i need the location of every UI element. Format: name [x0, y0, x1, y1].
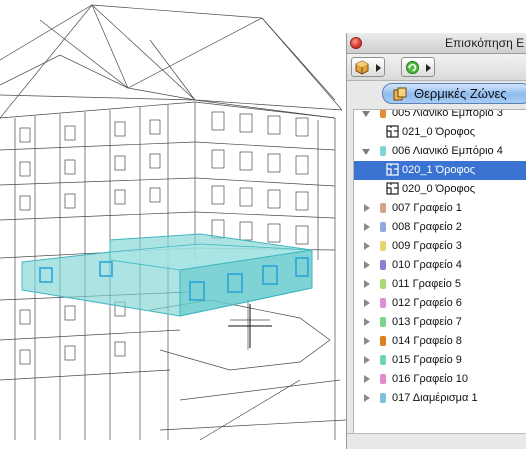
- zone-row[interactable]: 012 Γραφείο 6: [354, 294, 526, 313]
- building-wireframe: [0, 4, 346, 441]
- thermal-zone-icon: [393, 87, 407, 101]
- palette-statusbar: [347, 433, 526, 449]
- zone-row[interactable]: 015 Γραφείο 9: [354, 351, 526, 370]
- zone-label: 013 Γραφείο 7: [392, 316, 462, 328]
- zone-label: 017 Διαμέρισμα 1: [392, 392, 478, 404]
- palette-titlebar[interactable]: Επισκόπηση Ε: [347, 33, 526, 54]
- zone-row[interactable]: 007 Γραφείο 1: [354, 199, 526, 218]
- disclosure-closed-icon[interactable]: [364, 280, 370, 288]
- cube-icon: [355, 60, 369, 75]
- zone-label: 008 Γραφείο 2: [392, 221, 462, 233]
- zone-row[interactable]: 016 Γραφείο 10: [354, 370, 526, 389]
- zone-row[interactable]: 010 Γραφείο 4: [354, 256, 526, 275]
- zone-row[interactable]: 005 Λιανικό Εμπόριο 3: [354, 109, 526, 123]
- disclosure-closed-icon[interactable]: [364, 242, 370, 250]
- zone-color-swatch: [380, 298, 386, 308]
- floor-plan-icon: [386, 125, 399, 138]
- disclosure-closed-icon[interactable]: [364, 394, 370, 402]
- zone-label: 007 Γραφείο 1: [392, 202, 462, 214]
- refresh-button[interactable]: [401, 57, 435, 77]
- zone-row[interactable]: 017 Διαμέρισμα 1: [354, 389, 526, 408]
- zone-label: 005 Λιανικό Εμπόριο 3: [392, 109, 503, 119]
- story-row[interactable]: 020_1 Όροφος: [354, 161, 526, 180]
- disclosure-open-icon[interactable]: [362, 149, 370, 155]
- story-row[interactable]: 020_0 Όροφος: [354, 180, 526, 199]
- zone-label: 014 Γραφείο 8: [392, 335, 462, 347]
- tab-thermal-zones[interactable]: Θερμικές Ζώνες: [382, 83, 526, 104]
- zone-label: 006 Λιανικό Εμπόριο 4: [392, 145, 503, 157]
- zone-color-swatch: [380, 260, 386, 270]
- zone-color-swatch: [380, 146, 386, 156]
- dropdown-arrow-icon: [376, 64, 381, 72]
- floor-plan-icon: [386, 163, 399, 176]
- close-button[interactable]: [350, 37, 362, 49]
- story-label: 021_0 Όροφος: [402, 126, 476, 138]
- disclosure-open-icon[interactable]: [362, 111, 370, 117]
- disclosure-closed-icon[interactable]: [364, 261, 370, 269]
- story-row[interactable]: 021_0 Όροφος: [354, 123, 526, 142]
- floor-plan-icon: [386, 182, 399, 195]
- zone-row[interactable]: 014 Γραφείο 8: [354, 332, 526, 351]
- view-mode-button[interactable]: [351, 57, 385, 77]
- zone-color-swatch: [380, 393, 386, 403]
- zone-color-swatch: [380, 203, 386, 213]
- zone-row[interactable]: 006 Λιανικό Εμπόριο 4: [354, 142, 526, 161]
- view-selector: Θερμικές Ζώνες: [347, 81, 526, 109]
- zone-label: 015 Γραφείο 9: [392, 354, 462, 366]
- disclosure-closed-icon[interactable]: [364, 299, 370, 307]
- zone-row[interactable]: 009 Γραφείο 3: [354, 237, 526, 256]
- zone-label: 009 Γραφείο 3: [392, 240, 462, 252]
- zone-color-swatch: [380, 110, 386, 118]
- zone-label: 011 Γραφείο 5: [392, 278, 462, 290]
- disclosure-closed-icon[interactable]: [364, 375, 370, 383]
- zone-color-swatch: [380, 222, 386, 232]
- selected-zone-highlight: [21, 233, 313, 317]
- navigator-palette: Επισκόπηση Ε Θερμικές Ζώνες 005 Λιανικό …: [346, 33, 526, 449]
- zone-row[interactable]: 011 Γραφείο 5: [354, 275, 526, 294]
- zone-color-swatch: [380, 355, 386, 365]
- zone-color-swatch: [380, 279, 386, 289]
- disclosure-closed-icon[interactable]: [364, 318, 370, 326]
- disclosure-closed-icon[interactable]: [364, 337, 370, 345]
- zone-color-swatch: [380, 317, 386, 327]
- zone-label: 010 Γραφείο 4: [392, 259, 462, 271]
- story-label: 020_0 Όροφος: [402, 183, 476, 195]
- disclosure-closed-icon[interactable]: [364, 204, 370, 212]
- zone-label: 016 Γραφείο 10: [392, 373, 468, 385]
- palette-title: Επισκόπηση Ε: [445, 36, 525, 50]
- zone-tree: 005 Λιανικό Εμπόριο 3 021_0 Όροφος 006 Λια…: [353, 109, 526, 449]
- zone-color-swatch: [380, 241, 386, 251]
- story-label: 020_1 Όροφος: [402, 164, 476, 176]
- zone-label: 012 Γραφείο 6: [392, 297, 462, 309]
- refresh-icon: [406, 61, 419, 74]
- zone-row[interactable]: 008 Γραφείο 2: [354, 218, 526, 237]
- dropdown-arrow-icon: [426, 64, 431, 72]
- disclosure-closed-icon[interactable]: [364, 223, 370, 231]
- tab-label: Θερμικές Ζώνες: [414, 86, 507, 101]
- 3d-model-viewport[interactable]: [0, 0, 346, 449]
- disclosure-closed-icon[interactable]: [364, 356, 370, 364]
- zone-color-swatch: [380, 374, 386, 384]
- zone-row[interactable]: 013 Γραφείο 7: [354, 313, 526, 332]
- zone-color-swatch: [380, 336, 386, 346]
- palette-toolbar: [347, 54, 526, 81]
